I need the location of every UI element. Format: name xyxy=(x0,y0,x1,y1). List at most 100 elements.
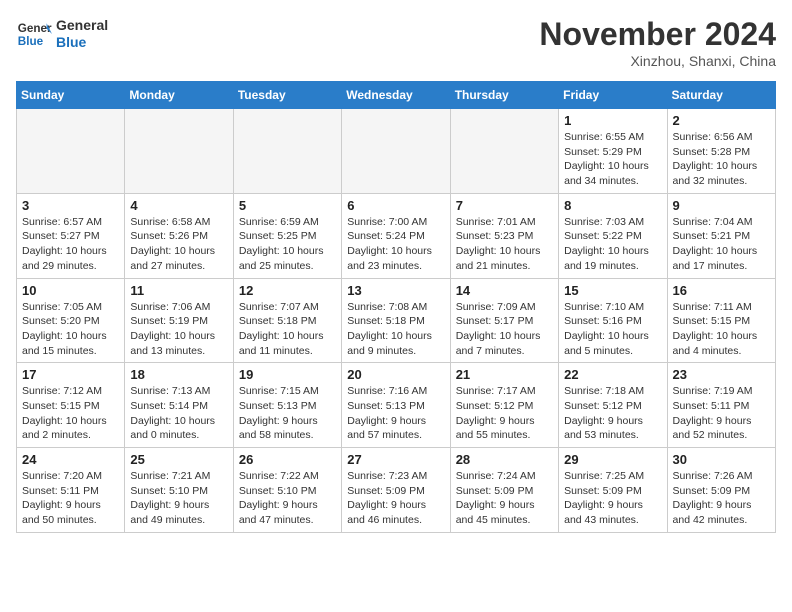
day-info: Sunrise: 7:24 AMSunset: 5:09 PMDaylight:… xyxy=(456,469,553,528)
day-number: 1 xyxy=(564,113,661,128)
calendar-cell xyxy=(125,109,233,194)
calendar-week-row: 10 Sunrise: 7:05 AMSunset: 5:20 PMDayligh… xyxy=(17,278,776,363)
month-title: November 2024 xyxy=(539,16,776,53)
day-info: Sunrise: 7:01 AMSunset: 5:23 PMDaylight:… xyxy=(456,215,553,274)
day-info: Sunrise: 7:21 AMSunset: 5:10 PMDaylight:… xyxy=(130,469,227,528)
calendar-header-row: SundayMondayTuesdayWednesdayThursdayFrid… xyxy=(17,82,776,109)
calendar-week-row: 3 Sunrise: 6:57 AMSunset: 5:27 PMDaylight… xyxy=(17,193,776,278)
title-block: November 2024 Xinzhou, Shanxi, China xyxy=(539,16,776,69)
day-info: Sunrise: 7:07 AMSunset: 5:18 PMDaylight:… xyxy=(239,300,336,359)
calendar-cell: 14 Sunrise: 7:09 AMSunset: 5:17 PMDayligh… xyxy=(450,278,558,363)
day-info: Sunrise: 7:16 AMSunset: 5:13 PMDaylight:… xyxy=(347,384,444,443)
calendar-cell: 1 Sunrise: 6:55 AMSunset: 5:29 PMDaylight… xyxy=(559,109,667,194)
calendar-cell: 18 Sunrise: 7:13 AMSunset: 5:14 PMDayligh… xyxy=(125,363,233,448)
day-info: Sunrise: 7:18 AMSunset: 5:12 PMDaylight:… xyxy=(564,384,661,443)
calendar-cell: 9 Sunrise: 7:04 AMSunset: 5:21 PMDaylight… xyxy=(667,193,775,278)
day-number: 5 xyxy=(239,198,336,213)
day-info: Sunrise: 7:15 AMSunset: 5:13 PMDaylight:… xyxy=(239,384,336,443)
calendar-cell: 29 Sunrise: 7:25 AMSunset: 5:09 PMDayligh… xyxy=(559,448,667,533)
calendar-cell: 16 Sunrise: 7:11 AMSunset: 5:15 PMDayligh… xyxy=(667,278,775,363)
calendar-cell: 24 Sunrise: 7:20 AMSunset: 5:11 PMDayligh… xyxy=(17,448,125,533)
day-number: 17 xyxy=(22,367,119,382)
column-header-wednesday: Wednesday xyxy=(342,82,450,109)
calendar-cell: 11Sunrise: 7:06 AMSunset: 5:19 PMDayligh… xyxy=(125,278,233,363)
day-number: 29 xyxy=(564,452,661,467)
column-header-saturday: Saturday xyxy=(667,82,775,109)
calendar-cell xyxy=(342,109,450,194)
calendar-cell: 17 Sunrise: 7:12 AMSunset: 5:15 PMDayligh… xyxy=(17,363,125,448)
day-number: 9 xyxy=(673,198,770,213)
day-number: 30 xyxy=(673,452,770,467)
day-info: Sunrise: 7:11 AMSunset: 5:15 PMDaylight:… xyxy=(673,300,770,359)
page-header: General Blue General Blue November 2024 … xyxy=(16,16,776,69)
calendar-week-row: 17 Sunrise: 7:12 AMSunset: 5:15 PMDayligh… xyxy=(17,363,776,448)
day-number: 8 xyxy=(564,198,661,213)
day-number: 15 xyxy=(564,283,661,298)
day-info: Sunrise: 7:05 AMSunset: 5:20 PMDaylight:… xyxy=(22,300,119,359)
calendar-cell: 22 Sunrise: 7:18 AMSunset: 5:12 PMDayligh… xyxy=(559,363,667,448)
day-info: Sunrise: 7:23 AMSunset: 5:09 PMDaylight:… xyxy=(347,469,444,528)
calendar-cell: 30 Sunrise: 7:26 AMSunset: 5:09 PMDayligh… xyxy=(667,448,775,533)
day-info: Sunrise: 7:12 AMSunset: 5:15 PMDaylight:… xyxy=(22,384,119,443)
logo-icon: General Blue xyxy=(16,16,52,52)
day-info: Sunrise: 7:08 AMSunset: 5:18 PMDaylight:… xyxy=(347,300,444,359)
calendar-cell: 26 Sunrise: 7:22 AMSunset: 5:10 PMDayligh… xyxy=(233,448,341,533)
day-info: Sunrise: 7:09 AMSunset: 5:17 PMDaylight:… xyxy=(456,300,553,359)
day-info: Sunrise: 6:59 AMSunset: 5:25 PMDaylight:… xyxy=(239,215,336,274)
column-header-monday: Monday xyxy=(125,82,233,109)
day-number: 6 xyxy=(347,198,444,213)
location-subtitle: Xinzhou, Shanxi, China xyxy=(539,53,776,69)
day-info: Sunrise: 7:00 AMSunset: 5:24 PMDaylight:… xyxy=(347,215,444,274)
calendar-cell: 13Sunrise: 7:08 AMSunset: 5:18 PMDayligh… xyxy=(342,278,450,363)
day-info: Sunrise: 6:56 AMSunset: 5:28 PMDaylight:… xyxy=(673,130,770,189)
day-info: Sunrise: 7:22 AMSunset: 5:10 PMDaylight:… xyxy=(239,469,336,528)
column-header-thursday: Thursday xyxy=(450,82,558,109)
day-info: Sunrise: 6:57 AMSunset: 5:27 PMDaylight:… xyxy=(22,215,119,274)
calendar-cell: 3 Sunrise: 6:57 AMSunset: 5:27 PMDaylight… xyxy=(17,193,125,278)
logo-text-general: General xyxy=(56,17,108,34)
svg-text:Blue: Blue xyxy=(18,35,44,48)
day-info: Sunrise: 7:26 AMSunset: 5:09 PMDaylight:… xyxy=(673,469,770,528)
calendar-cell: 25 Sunrise: 7:21 AMSunset: 5:10 PMDayligh… xyxy=(125,448,233,533)
day-number: 25 xyxy=(130,452,227,467)
day-number: 23 xyxy=(673,367,770,382)
logo-text-blue: Blue xyxy=(56,34,108,51)
calendar-cell: 7Sunrise: 7:01 AMSunset: 5:23 PMDaylight… xyxy=(450,193,558,278)
day-info: Sunrise: 7:03 AMSunset: 5:22 PMDaylight:… xyxy=(564,215,661,274)
day-number: 14 xyxy=(456,283,553,298)
day-number: 18 xyxy=(130,367,227,382)
day-number: 2 xyxy=(673,113,770,128)
day-number: 4 xyxy=(130,198,227,213)
day-info: Sunrise: 6:58 AMSunset: 5:26 PMDaylight:… xyxy=(130,215,227,274)
calendar-table: SundayMondayTuesdayWednesdayThursdayFrid… xyxy=(16,81,776,533)
day-number: 24 xyxy=(22,452,119,467)
day-info: Sunrise: 7:06 AMSunset: 5:19 PMDaylight:… xyxy=(130,300,227,359)
calendar-cell: 15Sunrise: 7:10 AMSunset: 5:16 PMDayligh… xyxy=(559,278,667,363)
day-info: Sunrise: 7:20 AMSunset: 5:11 PMDaylight:… xyxy=(22,469,119,528)
calendar-cell: 4 Sunrise: 6:58 AMSunset: 5:26 PMDaylight… xyxy=(125,193,233,278)
calendar-cell: 23 Sunrise: 7:19 AMSunset: 5:11 PMDayligh… xyxy=(667,363,775,448)
calendar-cell: 6 Sunrise: 7:00 AMSunset: 5:24 PMDaylight… xyxy=(342,193,450,278)
day-number: 10 xyxy=(22,283,119,298)
day-number: 3 xyxy=(22,198,119,213)
day-number: 16 xyxy=(673,283,770,298)
day-info: Sunrise: 7:04 AMSunset: 5:21 PMDaylight:… xyxy=(673,215,770,274)
day-info: Sunrise: 7:19 AMSunset: 5:11 PMDaylight:… xyxy=(673,384,770,443)
calendar-cell: 5 Sunrise: 6:59 AMSunset: 5:25 PMDaylight… xyxy=(233,193,341,278)
calendar-cell: 19Sunrise: 7:15 AMSunset: 5:13 PMDayligh… xyxy=(233,363,341,448)
calendar-cell: 8 Sunrise: 7:03 AMSunset: 5:22 PMDaylight… xyxy=(559,193,667,278)
day-info: Sunrise: 7:25 AMSunset: 5:09 PMDaylight:… xyxy=(564,469,661,528)
day-number: 22 xyxy=(564,367,661,382)
day-info: Sunrise: 6:55 AMSunset: 5:29 PMDaylight:… xyxy=(564,130,661,189)
calendar-cell: 2 Sunrise: 6:56 AMSunset: 5:28 PMDaylight… xyxy=(667,109,775,194)
calendar-cell xyxy=(450,109,558,194)
calendar-cell: 20Sunrise: 7:16 AMSunset: 5:13 PMDayligh… xyxy=(342,363,450,448)
column-header-friday: Friday xyxy=(559,82,667,109)
day-info: Sunrise: 7:13 AMSunset: 5:14 PMDaylight:… xyxy=(130,384,227,443)
day-info: Sunrise: 7:17 AMSunset: 5:12 PMDaylight:… xyxy=(456,384,553,443)
calendar-cell: 27Sunrise: 7:23 AMSunset: 5:09 PMDayligh… xyxy=(342,448,450,533)
calendar-cell: 21Sunrise: 7:17 AMSunset: 5:12 PMDayligh… xyxy=(450,363,558,448)
day-number: 26 xyxy=(239,452,336,467)
calendar-cell: 12Sunrise: 7:07 AMSunset: 5:18 PMDayligh… xyxy=(233,278,341,363)
column-header-sunday: Sunday xyxy=(17,82,125,109)
